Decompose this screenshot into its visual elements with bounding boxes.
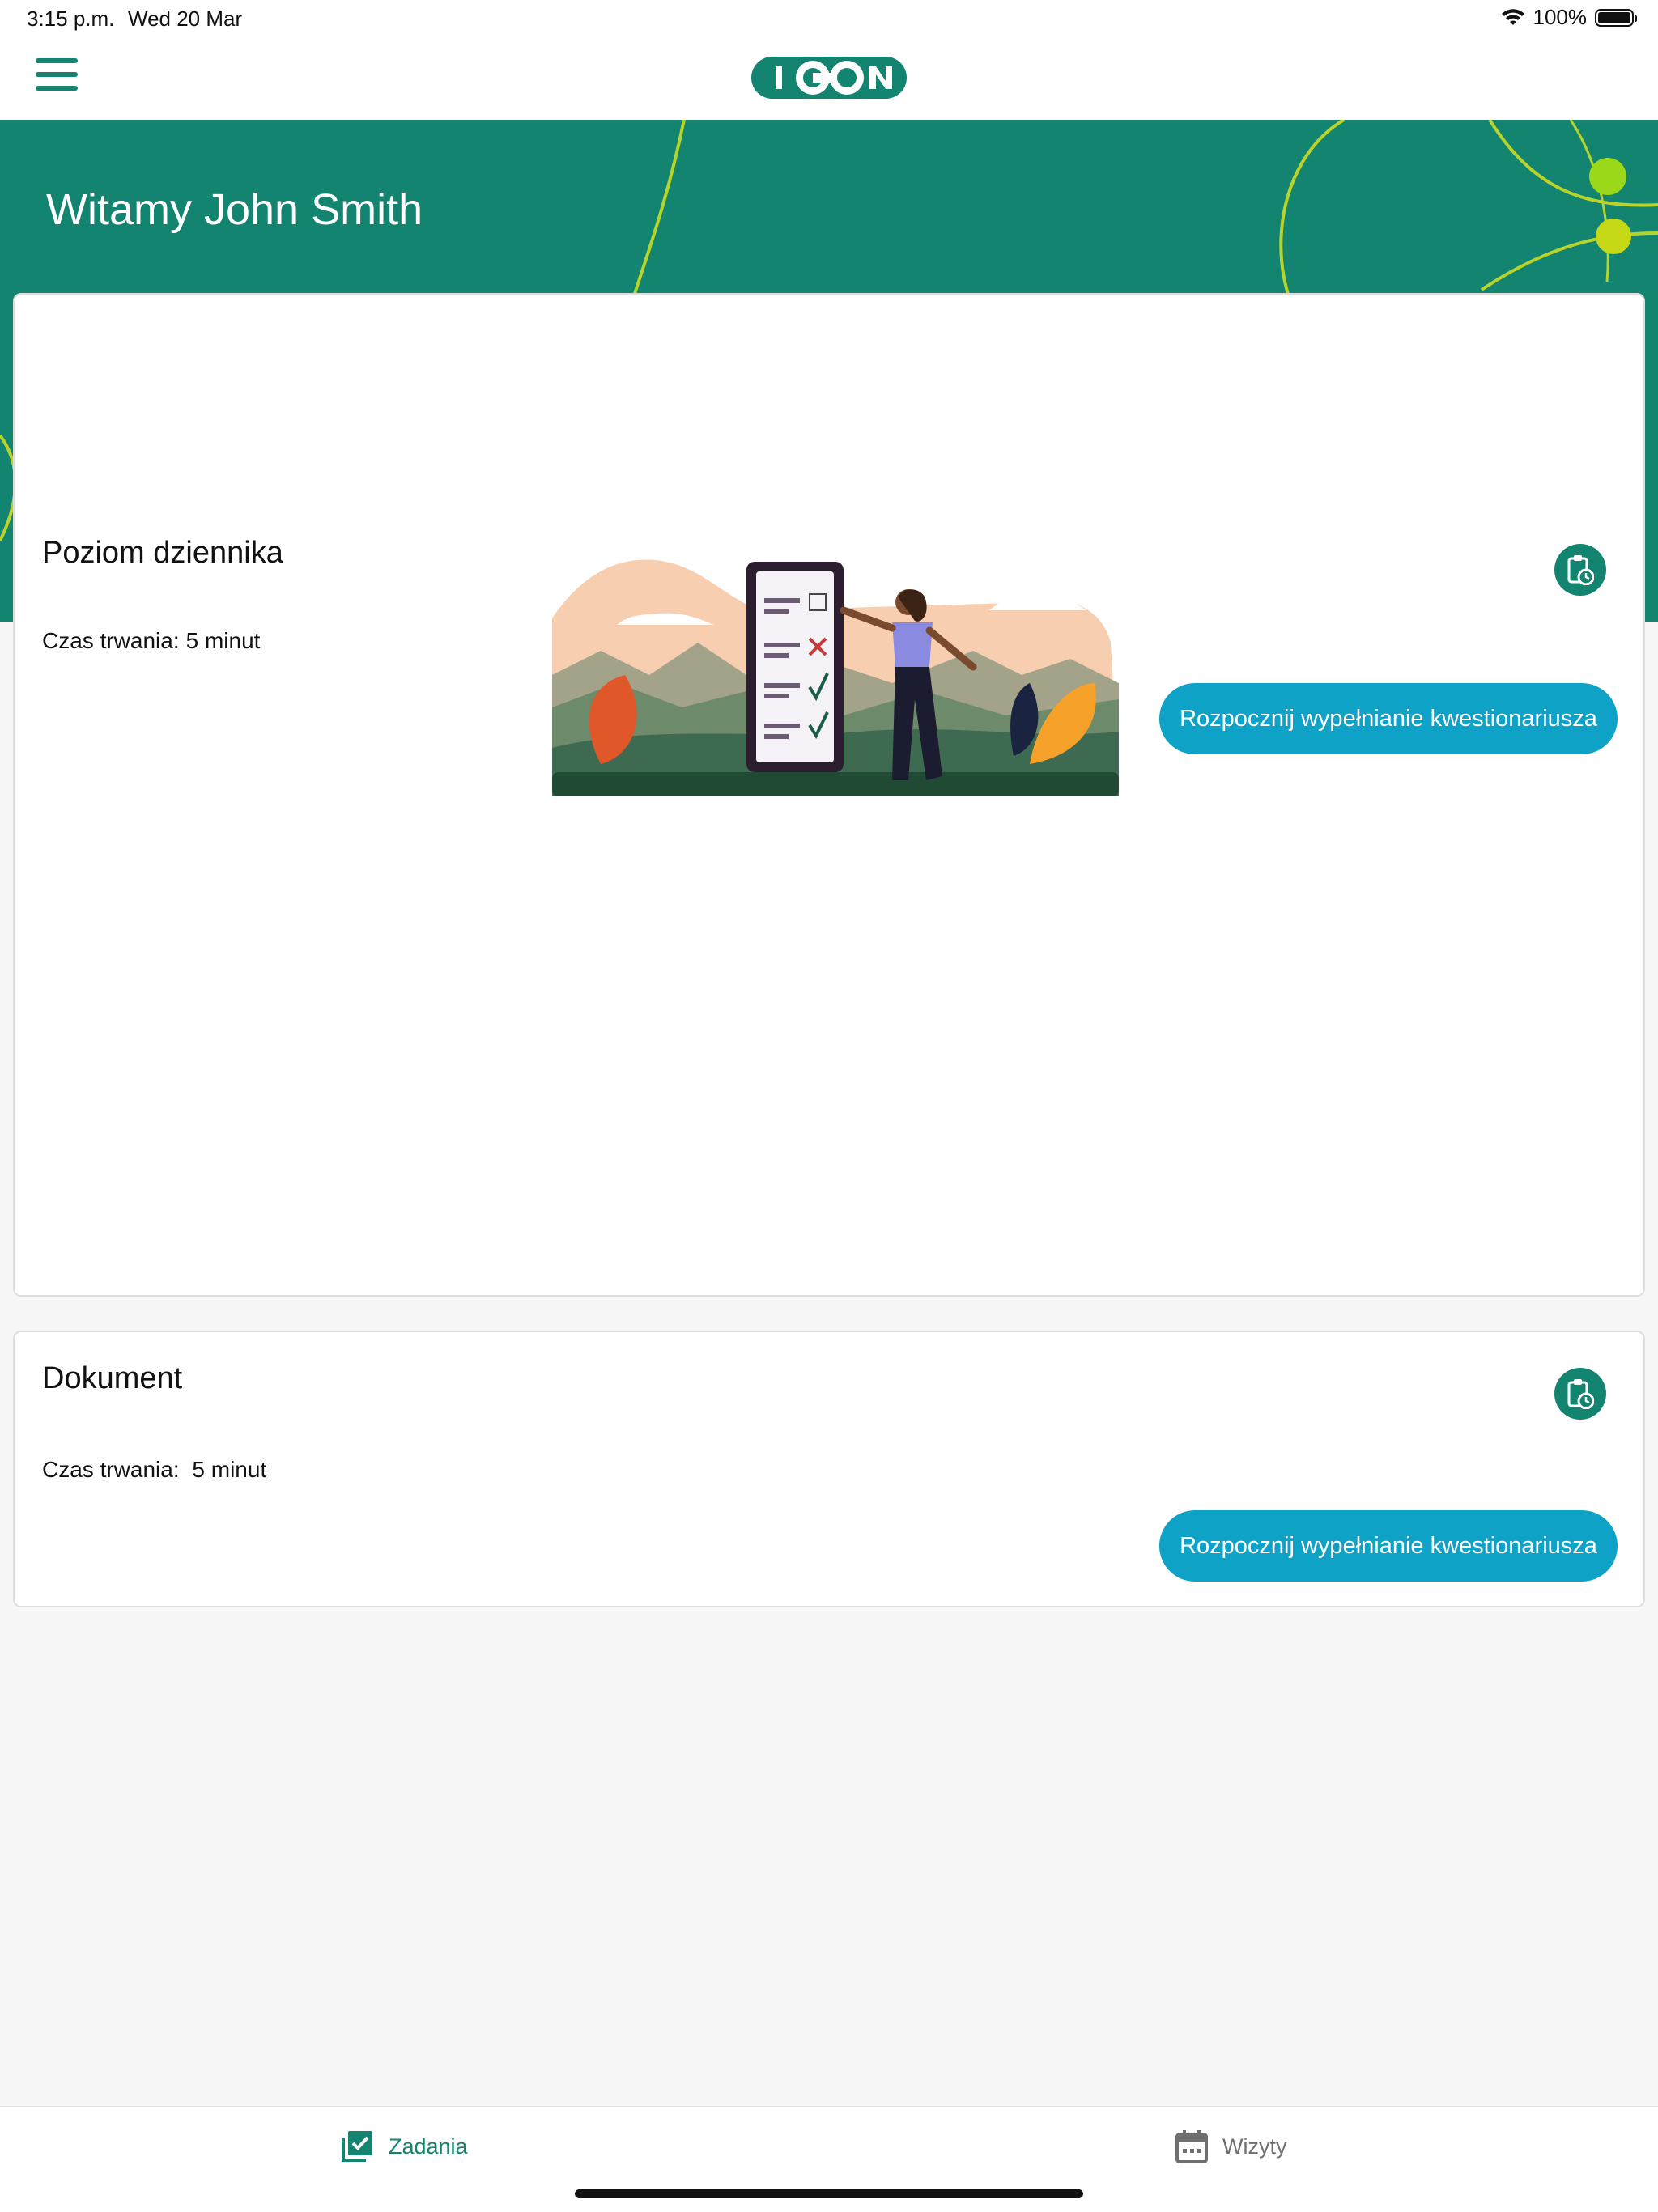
- questionnaire-illustration: [552, 559, 1119, 796]
- task-title: Poziom dziennika: [42, 536, 283, 570]
- task-duration: Czas trwania: 5 minut: [42, 1457, 273, 1483]
- icon-logo: [751, 57, 907, 99]
- task-card: Poziom dziennika Czas trwania: 5 minut Ro…: [13, 293, 1645, 1297]
- task-card: Dokument Czas trwania: 5 minut Rozpoczni…: [13, 1331, 1645, 1607]
- duration-label: Czas trwania:: [42, 628, 180, 653]
- welcome-greeting: Witamy John Smith: [46, 185, 423, 234]
- start-questionnaire-button[interactable]: Rozpocznij wypełnianie kwestionariusza: [1159, 683, 1618, 754]
- task-check-icon: [342, 2131, 372, 2162]
- clipboard-clock-icon[interactable]: [1554, 1368, 1606, 1420]
- duration-label: Czas trwania:: [42, 1457, 180, 1482]
- status-right: 100%: [1501, 5, 1637, 30]
- calendar-icon: [1175, 2130, 1208, 2163]
- clipboard-clock-icon: [1567, 1379, 1594, 1409]
- task-duration: Czas trwania: 5 minut: [42, 628, 266, 654]
- status-time: 3:15 p.m.: [27, 6, 115, 31]
- hamburger-menu-icon[interactable]: [36, 58, 78, 97]
- tab-visits[interactable]: Wizyty: [1175, 2129, 1286, 2163]
- duration-value: 5 minut: [192, 1457, 267, 1482]
- battery-percentage: 100%: [1533, 5, 1588, 29]
- tab-tasks-label: Zadania: [389, 2133, 468, 2159]
- status-bar: 3:15 p.m. Wed 20 Mar 100%: [0, 0, 1658, 39]
- home-indicator: [575, 2189, 1083, 2198]
- duration-value: 5 minut: [185, 628, 261, 653]
- clipboard-clock-icon: [1567, 555, 1594, 585]
- clipboard-clock-icon[interactable]: [1554, 544, 1606, 596]
- start-questionnaire-button[interactable]: Rozpocznij wypełnianie kwestionariusza: [1159, 1510, 1618, 1582]
- top-navigation: [0, 39, 1658, 121]
- task-title: Dokument: [42, 1361, 183, 1395]
- battery-icon: [1595, 8, 1637, 27]
- tab-visits-label: Wizyty: [1222, 2133, 1287, 2159]
- wifi-icon: [1501, 8, 1524, 25]
- status-date: Wed 20 Mar: [128, 6, 243, 31]
- tab-tasks[interactable]: Zadania: [340, 2129, 468, 2163]
